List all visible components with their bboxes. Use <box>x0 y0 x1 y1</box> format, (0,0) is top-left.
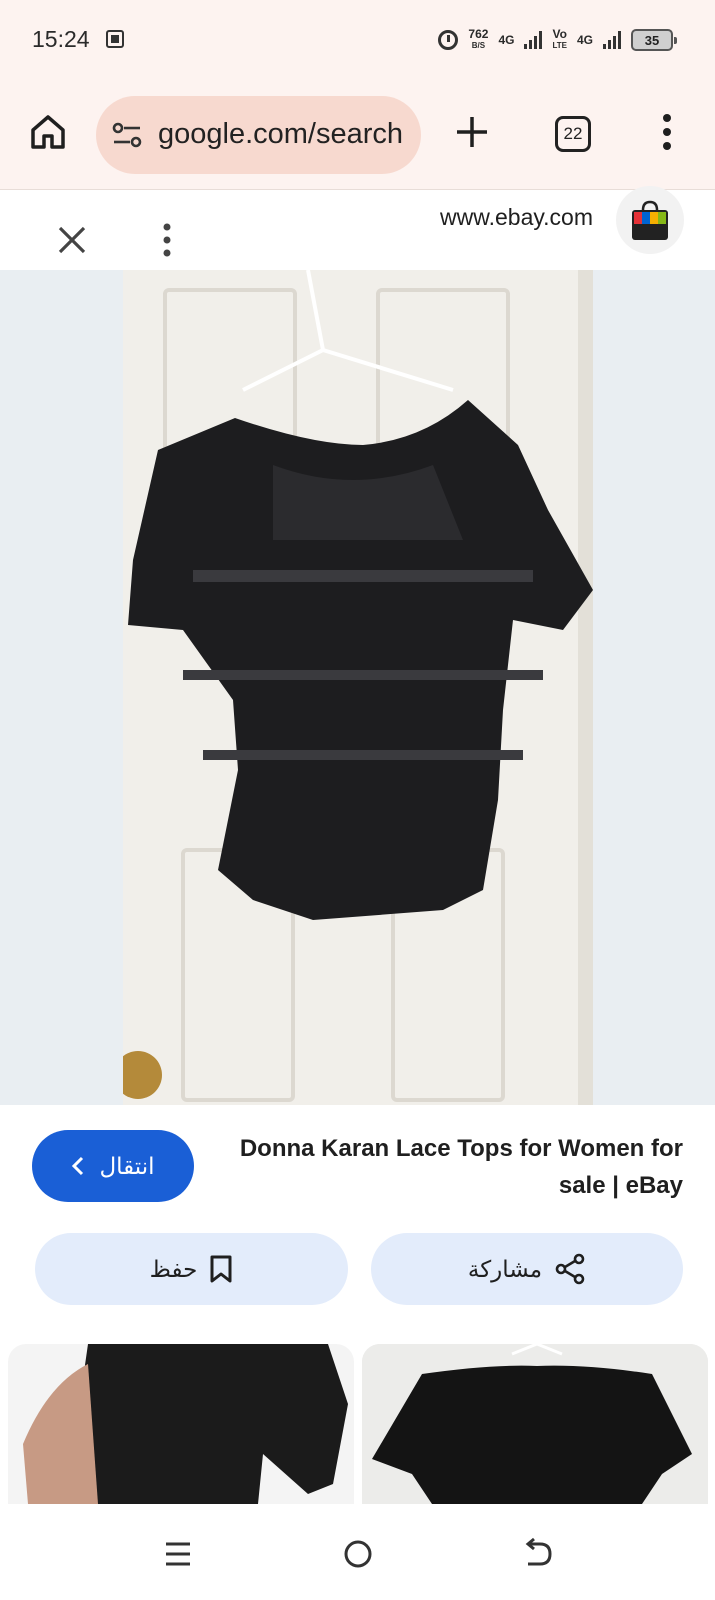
plus-icon <box>457 117 487 147</box>
viewer-more-button[interactable] <box>152 220 182 260</box>
close-viewer-button[interactable] <box>52 220 92 260</box>
browser-toolbar: google.com/search 22 <box>0 80 715 190</box>
home-icon <box>31 115 65 149</box>
signal-icon <box>524 31 543 49</box>
related-thumbnail-1 <box>23 1344 348 1504</box>
screen: 15:24 762 B/S 4G Vo LTE 4G 35 google.com… <box>0 0 715 1600</box>
alarm-icon <box>438 30 459 50</box>
back-icon <box>525 1537 552 1566</box>
net-speed-unit: B/S <box>471 41 486 50</box>
share-icon <box>555 1253 585 1285</box>
share-label: مشاركة <box>467 1255 543 1282</box>
signal-icon-2 <box>603 31 621 49</box>
status-time: 15:24 <box>32 26 90 52</box>
chevron-left-icon <box>72 1156 84 1176</box>
status-indicators: 762 B/S 4G Vo LTE 4G 35 <box>438 22 677 58</box>
status-bar: 15:24 762 B/S 4G Vo LTE 4G 35 <box>0 0 715 80</box>
related-thumbnail-2 <box>362 1344 708 1504</box>
home-circle-icon <box>344 1540 372 1568</box>
tab-switcher-button[interactable]: 22 <box>555 116 591 152</box>
related-image-2[interactable] <box>362 1344 708 1504</box>
battery-icon: 35 <box>631 29 677 51</box>
ebay-bag-icon <box>632 200 668 240</box>
home-nav-button[interactable] <box>338 1534 378 1574</box>
close-icon <box>58 226 86 254</box>
volte-top: Vo <box>552 27 567 41</box>
volte-bottom: LTE <box>552 41 567 50</box>
tune-icon[interactable] <box>112 122 142 148</box>
image-preview <box>0 270 715 1105</box>
result-title[interactable]: Donna Karan Lace Tops for Women for sale… <box>203 1130 683 1204</box>
browser-menu-button[interactable] <box>652 110 682 154</box>
notification-app-icon <box>106 30 124 48</box>
net-speed-value: 762 <box>468 27 489 41</box>
home-button[interactable] <box>28 112 68 152</box>
system-nav-bar <box>0 1504 715 1600</box>
network-type-1: 4G <box>498 33 515 47</box>
recents-icon <box>166 1542 190 1566</box>
product-image[interactable] <box>123 270 593 1105</box>
network-type-2: 4G <box>576 33 593 47</box>
visit-label: انتقال <box>99 1152 155 1179</box>
net-speed: 762 B/S <box>468 27 489 51</box>
save-button[interactable]: حفظ <box>35 1233 348 1305</box>
bookmark-icon <box>210 1255 232 1283</box>
save-label: حفظ <box>149 1255 198 1282</box>
back-button[interactable] <box>518 1534 558 1574</box>
new-tab-button[interactable] <box>452 112 492 152</box>
image-viewer-header: www.ebay.com <box>0 190 715 270</box>
tab-count: 22 <box>563 124 583 143</box>
more-vert-icon <box>663 114 671 150</box>
source-domain[interactable]: www.ebay.com <box>440 204 593 231</box>
battery-level: 35 <box>644 32 660 48</box>
more-vert-icon <box>163 223 171 257</box>
recents-button[interactable] <box>158 1534 198 1574</box>
volte-indicator: Vo LTE <box>552 27 567 51</box>
url-bar[interactable]: google.com/search <box>96 96 421 174</box>
visit-button[interactable]: انتقال <box>32 1130 194 1202</box>
share-button[interactable]: مشاركة <box>371 1233 683 1305</box>
source-favicon[interactable] <box>616 186 684 254</box>
related-image-1[interactable] <box>8 1344 354 1504</box>
url-text[interactable]: google.com/search <box>158 118 403 151</box>
